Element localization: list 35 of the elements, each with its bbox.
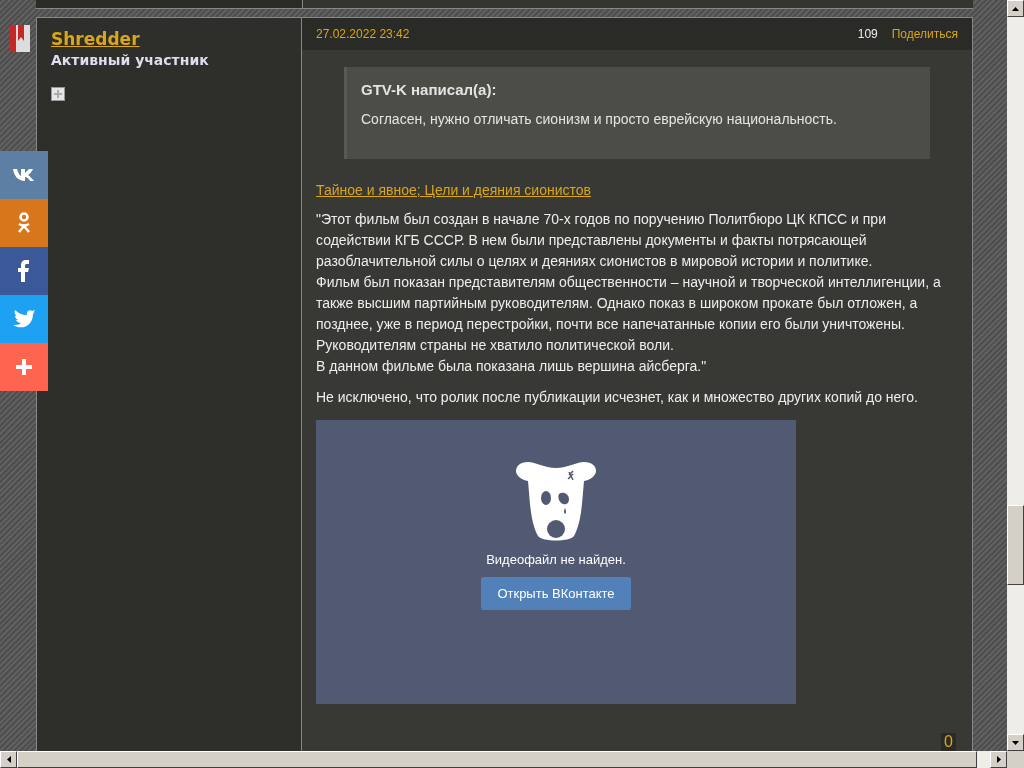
share-link[interactable]: Поделиться: [891, 27, 958, 41]
plus-icon: [16, 359, 32, 375]
author-link[interactable]: Shredder: [51, 29, 140, 49]
video-error-message: Видеофайл не найден.: [486, 552, 626, 567]
open-vk-button[interactable]: Открыть ВКонтакте: [481, 577, 631, 610]
post-number: 109: [857, 27, 878, 41]
more-share-button[interactable]: [0, 343, 48, 391]
left-arrow-icon: [6, 756, 11, 763]
up-arrow-icon: [1012, 6, 1019, 11]
right-arrow-icon: [996, 756, 1001, 763]
scroll-right-button[interactable]: [990, 751, 1007, 768]
bookmark-icon: [10, 25, 30, 52]
like-count: 0: [941, 733, 956, 751]
post-paragraph: "Этот фильм был создан в начале 70-х годов по поручению Политбюро ЦК КПСС и при содействии КГБ СССР. В нем были представлены документы и факты потрясающей разоблачительной силы о целях и деяниях сионистов в мировой истории и политике. Фильм был показан представителям общественности – научной и творческой интеллигенции, а также высшим партийным руководителям. Однако показ в широком прокате был отложен, а позднее, уже в период перестройки, почти все напечатанные копии его были уничтожены. Руководителям страны не хватило политической воли. В данном фильме была показана лишь вершина айсберга.": [316, 210, 942, 376]
ok-icon: [17, 212, 31, 234]
quote-text: Согласен, нужно отличать сионизм и просто еврейскую национальность.: [361, 111, 838, 127]
sad-dog-icon: [516, 460, 596, 542]
vk-icon: [13, 168, 35, 182]
down-arrow-icon: [1012, 740, 1019, 745]
vk-share-button[interactable]: [0, 151, 48, 199]
video-link[interactable]: Тайное и явное; Цели и деяния сионистов: [316, 182, 591, 198]
scroll-thumb[interactable]: [1007, 505, 1024, 585]
scroll-down-button[interactable]: [1007, 734, 1024, 751]
fb-share-button[interactable]: [0, 247, 48, 295]
scroll-left-button[interactable]: [0, 751, 17, 768]
quote-author: GTV-K написал(а):: [361, 81, 498, 98]
scroll-up-button[interactable]: [1007, 0, 1024, 17]
ok-share-button[interactable]: [0, 199, 48, 247]
scrollbar-corner: [1007, 751, 1024, 768]
post-date: 27.02.2022 23:42: [316, 27, 411, 41]
post-paragraph: Не исключено, что ролик после публикации исчезнет, как и множество других копий до него.: [316, 388, 919, 407]
facebook-icon: [18, 260, 30, 282]
bird-icon: [13, 310, 35, 328]
tw-share-button[interactable]: [0, 295, 48, 343]
user-title: Активный участник: [51, 52, 210, 68]
